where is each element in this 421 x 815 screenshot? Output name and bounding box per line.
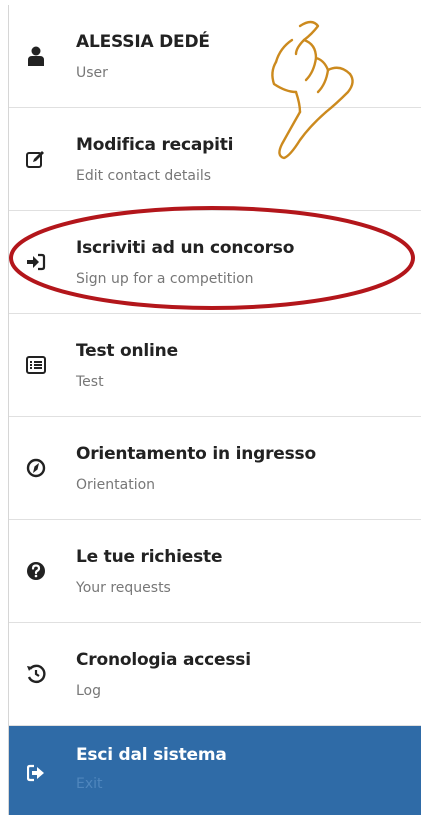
menu-item-subtitle: Orientation	[76, 477, 156, 493]
question-icon	[25, 560, 47, 582]
menu-item-title: Le tue richieste	[76, 547, 223, 567]
sign-out-icon	[25, 762, 47, 784]
menu-item-title: Modifica recapiti	[76, 135, 234, 155]
sign-in-icon	[25, 251, 47, 273]
menu-item-edit-contacts[interactable]: Modifica recapiti Edit contact details	[9, 108, 421, 211]
history-icon	[25, 663, 47, 685]
menu-item-subtitle: Sign up for a competition	[76, 271, 254, 287]
user-icon	[25, 45, 47, 67]
menu-item-access-log[interactable]: Cronologia accessi Log	[9, 623, 421, 726]
menu-item-title: Iscriviti ad un concorso	[76, 238, 295, 258]
menu-item-sign-up-competition[interactable]: Iscriviti ad un concorso Sign up for a c…	[9, 211, 421, 314]
menu-item-exit[interactable]: Esci dal sistema Exit	[9, 726, 421, 815]
menu-item-test-online[interactable]: Test online Test	[9, 314, 421, 417]
compass-icon	[25, 457, 47, 479]
menu-item-title: Esci dal sistema	[76, 745, 227, 765]
menu-item-subtitle: Exit	[76, 776, 103, 792]
menu-item-title: Test online	[76, 341, 178, 361]
side-menu: ALESSIA DEDÉ User Modifica recapiti Edit…	[8, 5, 421, 815]
menu-item-subtitle: Test	[76, 374, 104, 390]
menu-item-title: Cronologia accessi	[76, 650, 251, 670]
menu-item-orientation[interactable]: Orientamento in ingresso Orientation	[9, 417, 421, 520]
user-name: ALESSIA DEDÉ	[76, 32, 210, 52]
menu-item-title: Orientamento in ingresso	[76, 444, 316, 464]
menu-item-subtitle: Edit contact details	[76, 168, 212, 184]
menu-item-requests[interactable]: Le tue richieste Your requests	[9, 520, 421, 623]
menu-item-user[interactable]: ALESSIA DEDÉ User	[9, 5, 421, 108]
menu-item-subtitle: Log	[76, 683, 102, 699]
user-role: User	[76, 65, 108, 81]
list-icon	[25, 354, 47, 376]
edit-icon	[25, 148, 47, 170]
menu-item-subtitle: Your requests	[76, 580, 171, 596]
